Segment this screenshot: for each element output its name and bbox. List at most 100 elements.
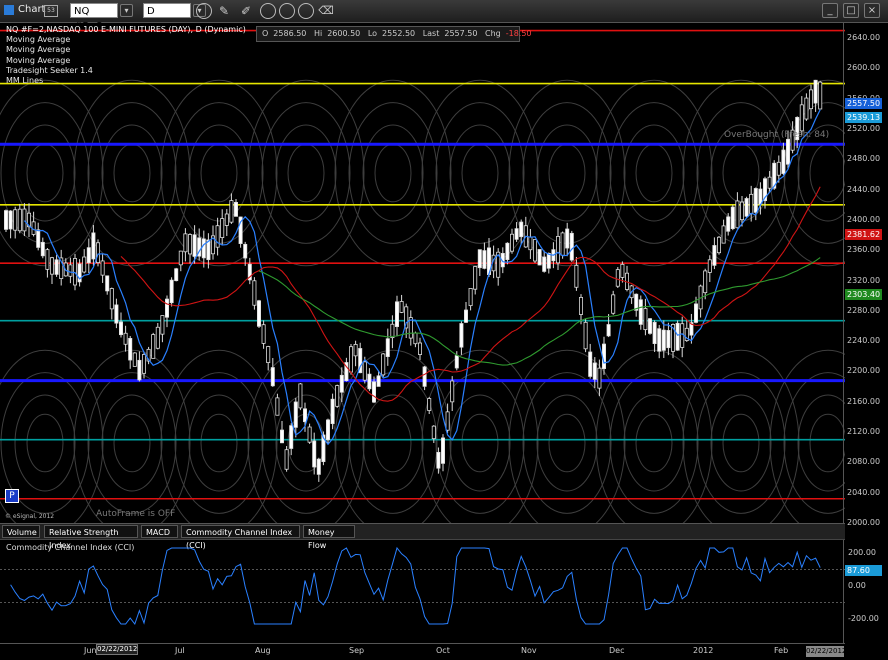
gann-circle [362,124,424,222]
candle-body [597,367,602,389]
gann-circle [449,394,511,492]
candle-body [652,321,657,345]
study-tabs: Volume Relative Strength Index MACD Comm… [0,523,845,550]
candle-body [307,426,312,443]
gann-circle [435,102,525,244]
candle-body [275,397,280,416]
gann-circle [160,349,278,523]
candle-body [661,329,666,351]
gann-circle [26,143,64,203]
cursor-date-left: 02/22/2012 [96,644,138,655]
candle-body [362,361,367,381]
gann-circle [421,79,539,267]
candle-body [367,373,372,390]
candle-body [721,225,726,244]
candle-body [749,193,754,214]
price-axis-label: 2000.00 [847,518,881,527]
price-axis-label: 2480.00 [847,154,881,164]
candle-body [735,200,740,229]
price-chart[interactable] [0,23,845,523]
legend-symbol: NQ #F=2,NASDAQ 100 E-MINI FUTURES (DAY),… [6,25,246,34]
candle-body [611,294,616,314]
candle-body [40,241,45,257]
x-month-feb: Feb [774,646,789,655]
minimize-button[interactable]: _ [822,3,838,18]
candle-body [348,346,353,373]
candle-body [371,381,376,403]
price-axis-label: 2400.00 [847,214,881,224]
x-month-oct: Oct [436,646,450,655]
candle-body [17,208,22,232]
candle-body [109,288,114,310]
candle-body [45,249,50,270]
candle-body [22,208,27,232]
candle-body [201,238,206,259]
price-tag: 2381.62 [845,229,882,240]
tab-money-flow[interactable]: Money Flow [303,525,355,550]
play-icon[interactable] [279,3,295,19]
open-value: 2586.50 [273,29,307,38]
candle-body [781,149,786,174]
candle-body [804,97,809,120]
candle-body [169,279,174,304]
gann-circle [261,102,351,244]
legend-ma-1: Moving Average [6,35,71,45]
link-icon[interactable]: 53 [44,5,58,17]
interval-input[interactable]: D [143,3,191,18]
chg-value: -18.50 [505,29,532,38]
gann-circle [348,372,438,514]
symbol-input[interactable]: NQ #F=2 [70,3,118,32]
tab-volume[interactable]: Volume [2,525,40,538]
maximize-button[interactable]: □ [843,3,859,18]
symbol-dropdown-icon[interactable]: ▾ [120,4,133,17]
gann-circle [247,79,365,267]
candle-body [537,249,542,266]
candle-body [799,104,804,132]
candle-body [266,346,271,364]
candle-body [482,250,487,269]
candle-body [440,437,445,464]
price-axis-label: 2600.00 [847,63,881,73]
gann-circle [722,413,760,473]
p-marker[interactable]: P [5,489,19,503]
candle-body [164,298,169,318]
candle-body [312,440,317,468]
candle-body [712,245,717,266]
candle-body [703,270,708,294]
cci-chart[interactable] [0,539,845,643]
price-axis-label: 2160.00 [847,396,881,406]
price-axis-label: 2280.00 [847,305,881,315]
draw-tool-icon[interactable]: ✐ [238,3,254,19]
candle-body [220,218,225,238]
candle-body [256,300,261,327]
candle-body [284,449,289,470]
gann-circle [101,394,163,492]
quote-bar: O 2586.50 Hi 2600.50 Lo 2552.50 Last 2557.50… [256,26,532,42]
clock-icon[interactable] [196,3,212,19]
candle-body [114,304,119,324]
gann-circle [722,143,760,203]
candle-body [183,233,188,253]
pencil-icon[interactable]: ✎ [216,3,232,19]
gann-circle [783,102,845,244]
candle-body [657,328,662,352]
tab-rsi[interactable]: Relative Strength Index [44,525,138,550]
cursor-icon[interactable] [260,3,276,19]
eraser-icon[interactable]: ⌫ [318,3,334,19]
close-button[interactable]: × [864,3,880,18]
candle-body [546,253,551,269]
candle-body [776,161,781,176]
candle-body [73,258,78,286]
candle-body [13,209,18,231]
candle-body [565,228,570,249]
autoframe-label: AutoFrame is OFF [96,509,176,519]
gann-circle [362,394,424,492]
gann-circle [334,79,452,267]
gann-circle [275,124,337,222]
tab-cci[interactable]: Commodity Channel Index (CCI) [181,525,300,550]
x-month-jun: Jun [84,646,97,655]
candle-body [141,354,146,374]
candle-body [588,351,593,377]
settings-icon[interactable] [298,3,314,19]
tab-macd[interactable]: MACD [141,525,178,538]
